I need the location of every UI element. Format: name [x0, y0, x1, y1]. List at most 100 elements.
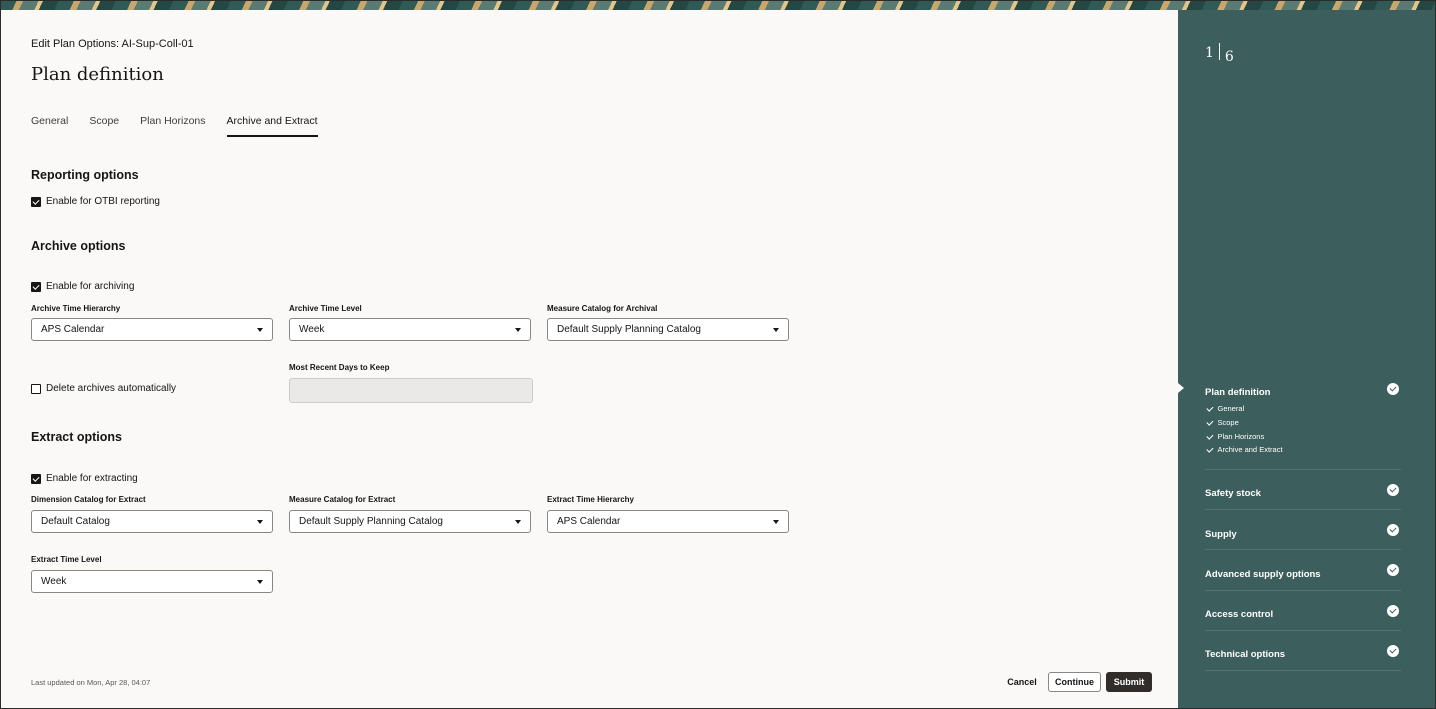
- breadcrumb: Edit Plan Options: AI-Sup-Coll-01: [31, 38, 194, 50]
- substep-scope[interactable]: Scope: [1206, 418, 1239, 427]
- chevron-down-icon: [515, 328, 521, 332]
- decorative-banner: [1, 1, 1435, 10]
- delete-archives-label: Delete archives automatically: [46, 383, 177, 394]
- check-circle-icon: [1387, 645, 1399, 657]
- extract-time-hierarchy-select[interactable]: APS Calendar: [547, 510, 789, 533]
- step-counter-total: 6: [1224, 49, 1234, 65]
- checkbox-checked-icon: [31, 281, 41, 292]
- chevron-down-icon: [257, 520, 263, 524]
- substep-plan-horizons[interactable]: Plan Horizons: [1206, 432, 1264, 441]
- main-panel: Edit Plan Options: AI-Sup-Coll-01 Plan d…: [1, 10, 1178, 708]
- enable-extracting-label: Enable for extracting: [46, 473, 138, 484]
- step-supply[interactable]: Supply: [1205, 524, 1400, 542]
- dimension-catalog-extract-value: Default Catalog: [41, 516, 110, 527]
- tab-general[interactable]: General: [31, 114, 68, 137]
- substep-label: Plan Horizons: [1217, 432, 1265, 441]
- divider: [1205, 630, 1401, 631]
- divider: [1205, 670, 1401, 671]
- divider: [1205, 509, 1401, 510]
- archive-time-level-label: Archive Time Level: [289, 304, 362, 313]
- recent-days-input: [289, 378, 533, 403]
- step-title: Advanced supply options: [1205, 569, 1321, 580]
- archive-time-hierarchy-label: Archive Time Hierarchy: [31, 304, 121, 313]
- check-icon: [1206, 432, 1214, 439]
- last-updated-text: Last updated on Mon, Apr 28, 04:07: [31, 678, 151, 687]
- substep-general[interactable]: General: [1206, 404, 1244, 413]
- measure-catalog-extract-value: Default Supply Planning Catalog: [299, 516, 443, 527]
- substep-label: Archive and Extract: [1217, 445, 1283, 454]
- step-counter: 16: [1205, 42, 1234, 65]
- reporting-options-heading: Reporting options: [31, 168, 139, 182]
- dimension-catalog-extract-select[interactable]: Default Catalog: [31, 510, 273, 533]
- recent-days-label: Most Recent Days to Keep: [289, 363, 390, 372]
- step-title: Supply: [1205, 529, 1237, 540]
- divider: [1205, 469, 1401, 470]
- check-circle-icon: [1387, 605, 1399, 617]
- extract-time-hierarchy-value: APS Calendar: [557, 516, 621, 527]
- tab-archive-and-extract[interactable]: Archive and Extract: [226, 114, 318, 137]
- step-technical-options[interactable]: Technical options: [1205, 644, 1400, 662]
- otbi-reporting-checkbox[interactable]: Enable for OTBI reporting: [31, 196, 160, 207]
- continue-button[interactable]: Continue: [1048, 672, 1101, 692]
- archive-time-hierarchy-select[interactable]: APS Calendar: [31, 318, 273, 341]
- substep-label: Scope: [1217, 418, 1239, 427]
- divider: [1205, 590, 1401, 591]
- current-step-pointer-icon: [1178, 383, 1184, 393]
- check-circle-icon: [1387, 383, 1399, 395]
- enable-extracting-checkbox[interactable]: Enable for extracting: [31, 473, 138, 484]
- enable-archiving-checkbox[interactable]: Enable for archiving: [31, 281, 134, 292]
- check-icon: [1206, 418, 1214, 425]
- archive-time-hierarchy-value: APS Calendar: [41, 324, 105, 335]
- checkbox-unchecked-icon: [31, 383, 41, 394]
- check-circle-icon: [1387, 564, 1399, 576]
- chevron-down-icon: [773, 328, 779, 332]
- extract-time-hierarchy-label: Extract Time Hierarchy: [547, 495, 635, 504]
- measure-catalog-archival-label: Measure Catalog for Archival: [547, 304, 658, 313]
- measure-catalog-extract-select[interactable]: Default Supply Planning Catalog: [289, 510, 531, 533]
- step-title: Access control: [1205, 609, 1274, 620]
- check-circle-icon: [1387, 484, 1399, 496]
- page-title: Plan definition: [31, 64, 164, 85]
- step-title: Technical options: [1205, 649, 1286, 660]
- extract-time-level-value: Week: [41, 576, 67, 587]
- step-title: Safety stock: [1205, 488, 1261, 499]
- measure-catalog-archival-value: Default Supply Planning Catalog: [557, 324, 701, 335]
- check-icon: [1206, 445, 1214, 452]
- step-counter-current: 1: [1205, 45, 1214, 61]
- train-sidebar: 16 Plan definition General Scope Plan Ho…: [1178, 10, 1435, 708]
- check-circle-icon: [1387, 524, 1399, 536]
- step-advanced-supply-options[interactable]: Advanced supply options: [1205, 564, 1400, 582]
- submit-button[interactable]: Submit: [1106, 672, 1152, 692]
- app-frame: Edit Plan Options: AI-Sup-Coll-01 Plan d…: [0, 0, 1436, 709]
- step-safety-stock[interactable]: Safety stock: [1205, 483, 1400, 501]
- checkbox-checked-icon: [31, 196, 41, 207]
- step-title: Plan definition: [1205, 387, 1271, 398]
- tab-bar: General Scope Plan Horizons Archive and …: [31, 114, 339, 137]
- check-icon: [1206, 404, 1214, 411]
- chevron-down-icon: [257, 328, 263, 332]
- measure-catalog-extract-label: Measure Catalog for Extract: [289, 495, 396, 504]
- archive-time-level-select[interactable]: Week: [289, 318, 531, 341]
- dimension-catalog-extract-label: Dimension Catalog for Extract: [31, 495, 146, 504]
- tab-plan-horizons[interactable]: Plan Horizons: [140, 114, 205, 137]
- step-access-control[interactable]: Access control: [1205, 604, 1400, 622]
- archive-options-heading: Archive options: [31, 239, 126, 253]
- delete-archives-checkbox[interactable]: Delete archives automatically: [31, 383, 176, 394]
- chevron-down-icon: [515, 520, 521, 524]
- checkbox-checked-icon: [31, 473, 41, 484]
- extract-time-level-label: Extract Time Level: [31, 555, 102, 564]
- chevron-down-icon: [257, 580, 263, 584]
- extract-time-level-select[interactable]: Week: [31, 570, 273, 593]
- substep-archive-and-extract[interactable]: Archive and Extract: [1206, 445, 1283, 454]
- step-plan-definition[interactable]: Plan definition: [1205, 382, 1400, 400]
- substep-label: General: [1217, 404, 1245, 413]
- otbi-reporting-label: Enable for OTBI reporting: [46, 196, 160, 207]
- tab-scope[interactable]: Scope: [89, 114, 119, 137]
- chevron-down-icon: [773, 520, 779, 524]
- archive-time-level-value: Week: [299, 324, 325, 335]
- divider: [1205, 549, 1401, 550]
- enable-archiving-label: Enable for archiving: [46, 281, 135, 292]
- extract-options-heading: Extract options: [31, 430, 122, 444]
- measure-catalog-archival-select[interactable]: Default Supply Planning Catalog: [547, 318, 789, 341]
- cancel-button[interactable]: Cancel: [1005, 672, 1039, 692]
